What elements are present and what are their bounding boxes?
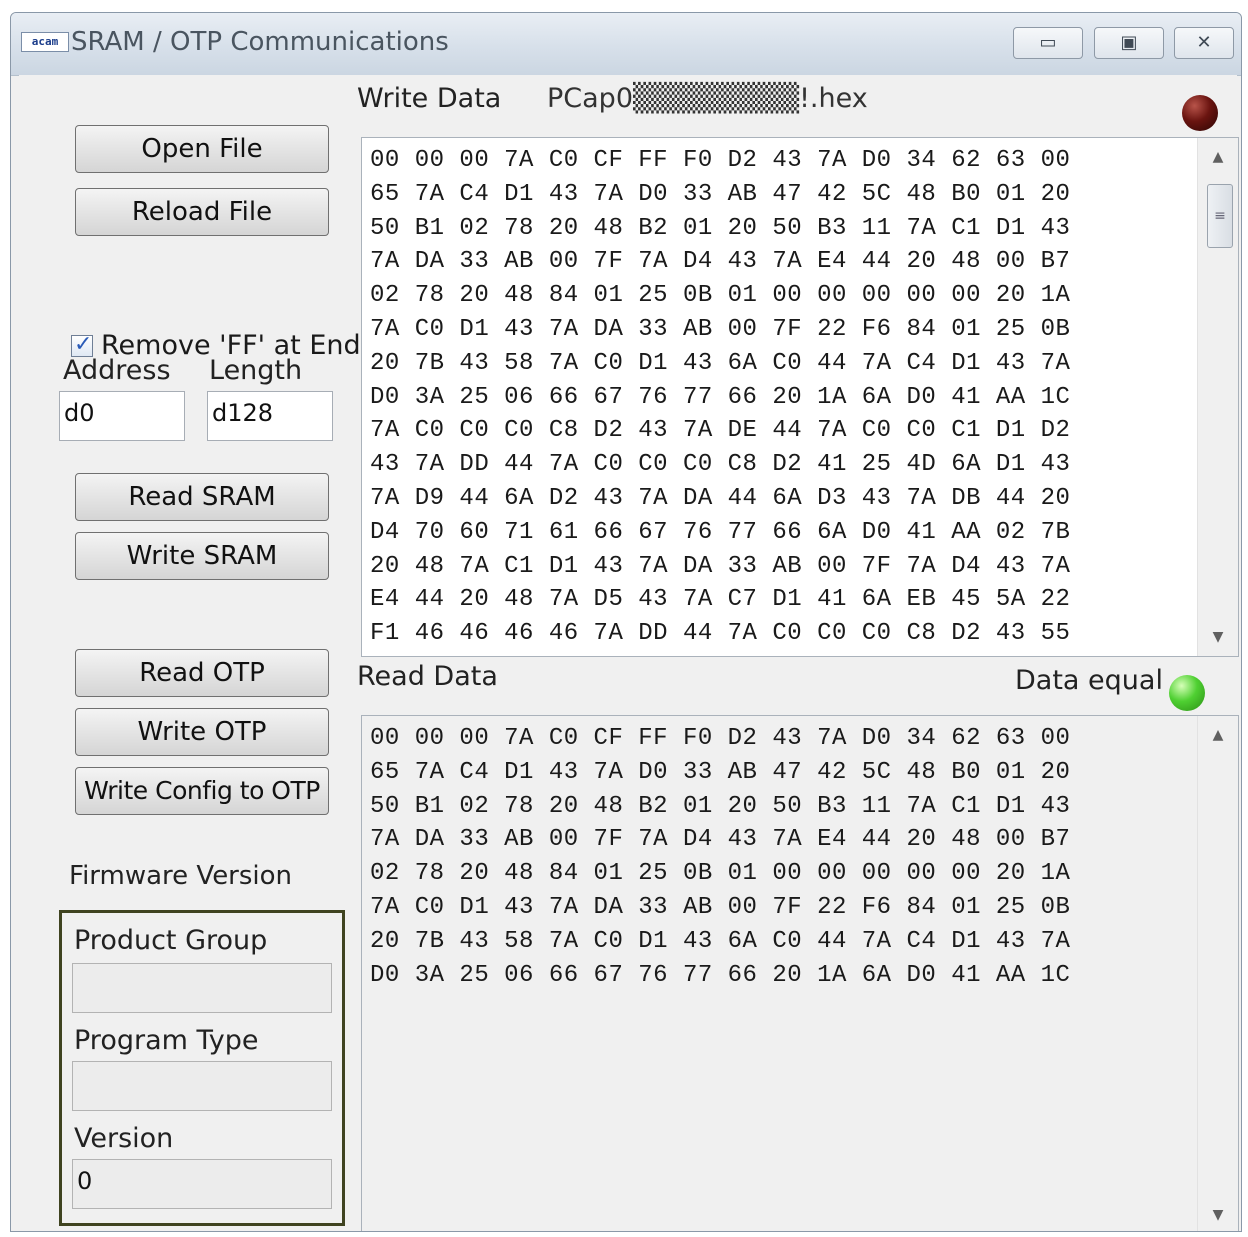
read-sram-button[interactable]: Read SRAM [75, 473, 329, 521]
scroll-up-icon[interactable]: ▲ [1198, 142, 1238, 172]
hex-line: 7A C0 D1 43 7A DA 33 AB 00 7F 22 F6 84 0… [370, 893, 1071, 921]
version-field: 0 [72, 1159, 332, 1209]
remove-ff-checkbox[interactable]: ✓ [71, 332, 93, 357]
write-sram-button[interactable]: Write SRAM [75, 532, 329, 580]
title-bar[interactable]: acam SRAM / OTP Communications ▭ ▣ ✕ [11, 13, 1241, 76]
write-data-content: 00 00 00 7A C0 CF FF F0 D2 43 7A D0 34 6… [370, 144, 1194, 652]
sram-otp-window: acam SRAM / OTP Communications ▭ ▣ ✕ Ope… [10, 12, 1242, 1232]
hex-line: 02 78 20 48 84 01 25 0B 01 00 00 00 00 0… [370, 860, 1071, 888]
hex-line: 7A DA 33 AB 00 7F 7A D4 43 7A E4 44 20 4… [370, 248, 1071, 276]
read-data-textbox[interactable]: 00 00 00 7A C0 CF FF F0 D2 43 7A D0 34 6… [361, 715, 1239, 1231]
hex-line: F1 46 46 46 46 7A DD 44 7A C0 C0 C0 C8 D… [370, 620, 1071, 648]
reload-file-button[interactable]: Reload File [75, 188, 329, 236]
write-data-label: Write Data [357, 83, 502, 114]
hex-line: 20 48 7A C1 D1 43 7A DA 33 AB 00 7F 7A D… [370, 552, 1071, 580]
hex-line: 7A D9 44 6A D2 43 7A DA 44 6A D3 43 7A D… [370, 484, 1071, 512]
firmware-version-title: Firmware Version [69, 861, 293, 891]
write-data-filename: PCap0▒▒▒▒▒▒▒▒!.hex [547, 83, 868, 114]
read-data-label: Read Data [357, 661, 498, 692]
checkmark-icon: ✓ [74, 332, 93, 357]
write-data-scrollbar[interactable]: ▲ ≡ ▼ [1197, 138, 1238, 656]
hex-line: 00 00 00 7A C0 CF FF F0 D2 43 7A D0 34 6… [370, 725, 1071, 752]
window-title: SRAM / OTP Communications [71, 27, 449, 57]
data-equal-status: Data equal [1015, 665, 1163, 696]
close-button[interactable]: ✕ [1174, 27, 1234, 59]
address-input[interactable]: d0 [59, 391, 185, 441]
hex-line: E4 44 20 48 7A D5 43 7A C7 D1 41 6A EB 4… [370, 586, 1071, 614]
write-status-led-icon [1182, 95, 1218, 131]
minimize-button[interactable]: ▭ [1013, 27, 1083, 59]
length-label: Length [209, 355, 303, 386]
scroll-up-icon[interactable]: ▲ [1198, 720, 1238, 750]
open-file-button[interactable]: Open File [75, 125, 329, 173]
hex-line: 43 7A DD 44 7A C0 C0 C0 C8 D2 41 25 4D 6… [370, 451, 1071, 479]
hex-line: 65 7A C4 D1 43 7A D0 33 AB 47 42 5C 48 B… [370, 758, 1071, 786]
hex-line: 02 78 20 48 84 01 25 0B 01 00 00 00 00 0… [370, 282, 1071, 310]
hex-line: 7A DA 33 AB 00 7F 7A D4 43 7A E4 44 20 4… [370, 826, 1071, 854]
program-type-label: Program Type [74, 1025, 259, 1056]
product-group-field [72, 963, 332, 1013]
firmware-version-group: Product Group Program Type Version 0 [59, 910, 345, 1226]
hex-line: 50 B1 02 78 20 48 B2 01 20 50 B3 11 7A C… [370, 214, 1071, 242]
length-input[interactable]: d128 [207, 391, 333, 441]
hex-line: 50 B1 02 78 20 48 B2 01 20 50 B3 11 7A C… [370, 792, 1071, 820]
app-logo-icon: acam [21, 32, 69, 52]
client-area: Open File Reload File ✓ Remove 'FF' at En… [19, 75, 1239, 1231]
program-type-field [72, 1061, 332, 1111]
read-data-scrollbar[interactable]: ▲ ▼ [1197, 716, 1238, 1231]
scroll-down-icon[interactable]: ▼ [1198, 622, 1238, 652]
product-group-label: Product Group [74, 925, 268, 956]
hex-line: 7A C0 C0 C0 C8 D2 43 7A DE 44 7A C0 C0 C… [370, 417, 1071, 445]
write-config-otp-button[interactable]: Write Config to OTP [75, 767, 329, 815]
hex-line: 7A C0 D1 43 7A DA 33 AB 00 7F 22 F6 84 0… [370, 315, 1071, 343]
version-label: Version [74, 1123, 174, 1154]
hex-line: D0 3A 25 06 66 67 76 77 66 20 1A 6A D0 4… [370, 961, 1071, 989]
hex-line: 00 00 00 7A C0 CF FF F0 D2 43 7A D0 34 6… [370, 147, 1071, 174]
hex-line: D0 3A 25 06 66 67 76 77 66 20 1A 6A D0 4… [370, 383, 1071, 411]
read-data-content: 00 00 00 7A C0 CF FF F0 D2 43 7A D0 34 6… [370, 722, 1194, 1230]
data-equal-led-icon [1169, 675, 1205, 711]
hex-line: 65 7A C4 D1 43 7A D0 33 AB 47 42 5C 48 B… [370, 180, 1071, 208]
address-label: Address [63, 355, 171, 386]
hex-line: D4 70 60 71 61 66 67 76 77 66 6A D0 41 A… [370, 518, 1071, 546]
hex-line: 20 7B 43 58 7A C0 D1 43 6A C0 44 7A C4 D… [370, 349, 1071, 377]
hex-line: 20 7B 43 58 7A C0 D1 43 6A C0 44 7A C4 D… [370, 927, 1071, 955]
read-otp-button[interactable]: Read OTP [75, 649, 329, 697]
scroll-down-icon[interactable]: ▼ [1198, 1200, 1238, 1230]
scroll-thumb[interactable]: ≡ [1207, 184, 1233, 248]
maximize-button[interactable]: ▣ [1094, 27, 1164, 59]
write-otp-button[interactable]: Write OTP [75, 708, 329, 756]
write-data-textbox[interactable]: 00 00 00 7A C0 CF FF F0 D2 43 7A D0 34 6… [361, 137, 1239, 657]
